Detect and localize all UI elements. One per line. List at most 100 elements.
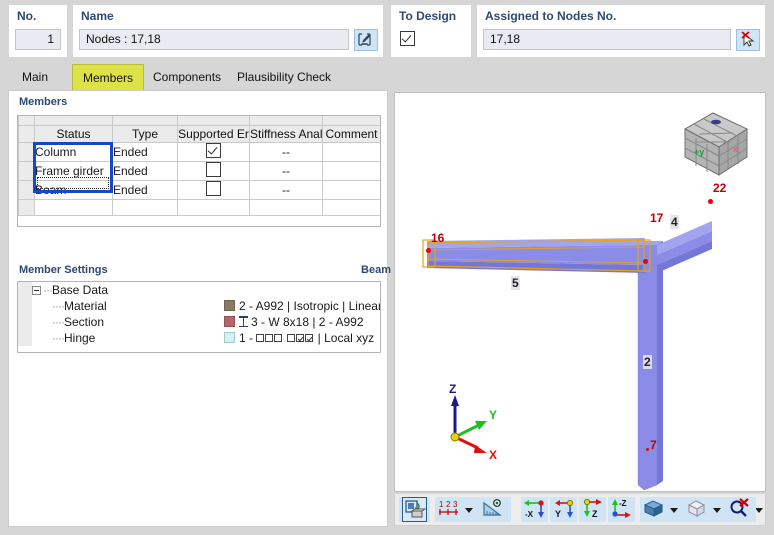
supported-ends-checkbox[interactable]	[206, 143, 221, 158]
wireframe-view-dropdown-caret[interactable]	[710, 497, 724, 522]
wireframe-view-button[interactable]	[685, 497, 710, 522]
row-handle[interactable]	[18, 160, 35, 181]
hinge-dof-box	[274, 334, 283, 342]
row-handle[interactable]	[18, 198, 35, 216]
tree-value-material-cell[interactable]: 2 - A992 | Isotropic | Linear ...	[224, 298, 380, 314]
cell-comment[interactable]	[322, 141, 380, 162]
supported-ends-checkbox[interactable]	[206, 181, 221, 196]
tree-label-cell[interactable]: ····Section	[32, 314, 210, 330]
cell-supported[interactable]	[177, 141, 250, 162]
empty-cell[interactable]	[322, 198, 380, 216]
numbering-123-icon: 1 2 3	[439, 500, 458, 515]
tab-plausibility-check[interactable]: Plausibility Check	[227, 64, 341, 90]
dialog-root: No. 1 Name Nodes : 17,18 To Design Assig…	[0, 0, 774, 535]
column-header-supported[interactable]: Supported Er	[177, 124, 250, 143]
cell-status[interactable]: Column	[34, 141, 113, 162]
spacer-cell	[34, 116, 113, 126]
tree-label-cell[interactable]: ····Hinge	[32, 330, 210, 346]
name-input[interactable]: Nodes : 17,18	[79, 29, 349, 50]
svg-text:Z: Z	[449, 383, 456, 396]
i-beam-icon	[239, 316, 248, 327]
column-header-comment[interactable]: Comment	[322, 124, 380, 143]
assigned-nodes-input[interactable]: 17,18	[483, 29, 731, 50]
cell-supported[interactable]	[177, 179, 250, 200]
cell-status[interactable]: Frame girder	[34, 160, 113, 181]
hinge-dof-box	[305, 334, 314, 342]
no-field-group: No. 1	[8, 4, 68, 58]
tree-root-row[interactable]: ···Base Data	[18, 282, 380, 298]
nav-cube-label-x: x	[733, 144, 738, 154]
view-y-button[interactable]: Y	[552, 497, 577, 522]
column-header-status[interactable]: Status	[34, 124, 113, 143]
cell-comment[interactable]	[322, 179, 380, 200]
tree-line: ····	[52, 315, 65, 330]
measure-button[interactable]	[481, 497, 506, 522]
numbering-dropdown-caret[interactable]	[462, 497, 476, 522]
to-design-label: To Design	[399, 9, 457, 23]
solid-view-dropdown-caret[interactable]	[667, 497, 681, 522]
tree-gutter	[18, 282, 32, 298]
cell-stiffness[interactable]: --	[249, 160, 323, 181]
empty-cell[interactable]	[112, 198, 178, 216]
column-header-type[interactable]: Type	[112, 124, 178, 143]
assigned-nodes-pick-button[interactable]	[736, 29, 760, 51]
tab-members[interactable]: Members	[72, 64, 145, 90]
collapse-icon[interactable]	[32, 285, 41, 295]
empty-cell[interactable]	[177, 198, 250, 216]
zoom-delete-icon	[730, 498, 749, 517]
view-minus-x-button[interactable]: -X	[523, 497, 548, 522]
name-edit-button[interactable]	[354, 29, 378, 51]
row-handle[interactable]	[18, 179, 35, 200]
cell-status[interactable]: Beam	[34, 179, 113, 200]
view-z-button[interactable]: Z	[581, 497, 606, 522]
tree-row-hinge[interactable]: ····Hinge 1 - | Local xyz	[18, 330, 380, 346]
node-dot-17	[643, 259, 648, 264]
empty-cell[interactable]	[34, 198, 113, 216]
tree-gutter	[18, 330, 32, 346]
cell-type[interactable]: Ended	[112, 179, 178, 200]
navigation-cube-icon[interactable]: +y x	[677, 103, 755, 181]
tree-value-hinge-cell[interactable]: 1 - | Local xyz	[224, 330, 380, 346]
model-3d-view[interactable]: 16 17 22 7 5 4 2 +y x Z Y X	[394, 92, 766, 492]
row-handle[interactable]	[18, 141, 35, 162]
tree-line: ····	[52, 299, 65, 314]
tree-row-section[interactable]: ····Section 3 - W 8x18 | 2 - A992	[18, 314, 380, 330]
tree-label-material: Material	[63, 298, 107, 313]
cell-type[interactable]: Ended	[112, 160, 178, 181]
table-row[interactable]: Beam Ended --	[18, 179, 380, 200]
axis-triad-icon: Z Y X	[449, 383, 497, 462]
svg-text:1: 1	[439, 500, 444, 509]
member-label-2: 2	[643, 355, 652, 369]
tree-root-label-cell[interactable]: ···Base Data	[32, 282, 210, 298]
member-settings-tree[interactable]: ···Base Data ····Material 2 - A992 | Iso…	[17, 281, 381, 353]
members-table[interactable]: Status Type Supported Er Stiffness Anal …	[17, 115, 381, 227]
tree-label-cell[interactable]: ····Material	[32, 298, 210, 314]
tree-value-section-cell[interactable]: 3 - W 8x18 | 2 - A992	[224, 314, 380, 330]
empty-cell[interactable]	[249, 198, 323, 216]
solid-view-button[interactable]	[642, 497, 667, 522]
hinge-dof-box	[287, 334, 296, 342]
cell-stiffness[interactable]: --	[249, 179, 323, 200]
members-group-title: Members	[19, 96, 68, 108]
cell-type[interactable]: Ended	[112, 141, 178, 162]
table-row[interactable]: Column Ended --	[18, 141, 380, 162]
tree-row-material[interactable]: ····Material 2 - A992 | Isotropic | Line…	[18, 298, 380, 314]
cell-supported[interactable]	[177, 160, 250, 181]
table-empty-row[interactable]	[18, 198, 380, 216]
tree-divider	[210, 314, 224, 330]
cell-stiffness[interactable]: --	[249, 141, 323, 162]
supported-ends-checkbox[interactable]	[206, 162, 221, 177]
zoom-reset-button[interactable]	[728, 497, 753, 522]
column-header-stiffness[interactable]: Stiffness Anal	[249, 124, 323, 143]
tab-main[interactable]: Main	[12, 64, 58, 90]
to-design-checkbox[interactable]	[400, 31, 415, 46]
numbering-button[interactable]: 1 2 3	[437, 497, 462, 522]
view-minus-z-button[interactable]: -Z	[610, 497, 635, 522]
cell-comment[interactable]	[322, 160, 380, 181]
tab-components[interactable]: Components	[143, 64, 231, 90]
nav-cube-label-y: +y	[694, 147, 704, 157]
no-input[interactable]: 1	[15, 29, 61, 50]
table-row[interactable]: Frame girder Ended --	[18, 160, 380, 181]
render-mode-button[interactable]	[402, 497, 427, 522]
tree-label-hinge: Hinge	[63, 330, 96, 345]
